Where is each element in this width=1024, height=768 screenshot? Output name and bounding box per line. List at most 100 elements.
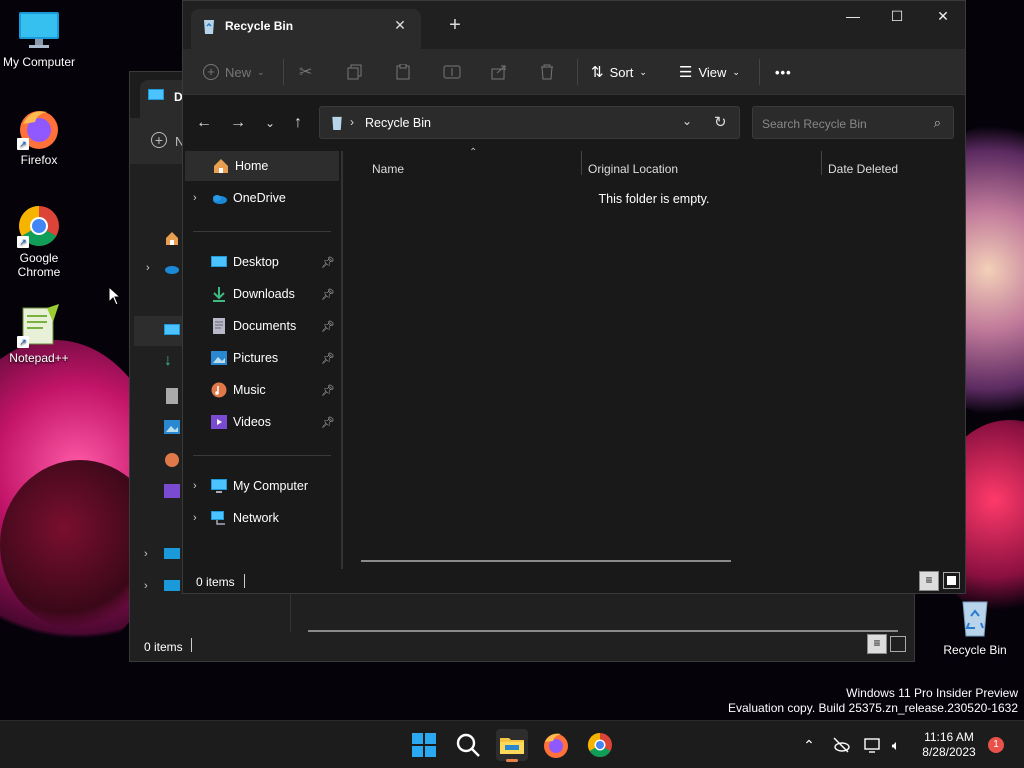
downloads-icon	[213, 287, 225, 302]
copy-icon[interactable]	[347, 59, 363, 85]
rename-icon[interactable]	[443, 59, 461, 85]
horizontal-scrollbar[interactable]	[361, 560, 731, 562]
pin-icon[interactable]: 📌︎	[321, 384, 335, 397]
tiles-view-icon[interactable]	[943, 572, 960, 589]
sidebar-item-documents[interactable]: Documents 📌︎	[183, 311, 339, 341]
show-hidden-icons-chevron-icon[interactable]: ⌃	[799, 735, 819, 755]
details-view-icon[interactable]: ≡	[919, 571, 939, 591]
notification-badge[interactable]: 1	[988, 737, 1004, 753]
view-button[interactable]: ☰ View ⌄	[679, 59, 740, 85]
text-caret	[244, 574, 245, 588]
search-placeholder: Search Recycle Bin	[762, 117, 867, 131]
recycle-bin-explorer-window[interactable]: Recycle Bin ✕ + — ☐ ✕ + New ⌄ ✂ ⇅ Sort ⌄…	[182, 0, 966, 594]
chevron-right-icon[interactable]: ›	[193, 192, 211, 204]
refresh-icon[interactable]: ↻	[714, 113, 727, 131]
sidebar-item-desktop[interactable]: Desktop 📌︎	[183, 247, 339, 277]
details-view-icon[interactable]: ≡	[867, 634, 887, 654]
chevron-right-icon[interactable]: ›	[193, 512, 211, 524]
column-separator[interactable]	[581, 151, 582, 175]
close-window-icon[interactable]: ✕	[921, 5, 965, 33]
up-arrow-icon[interactable]: ↑	[287, 112, 309, 134]
column-header-original-location[interactable]: Original Location	[588, 157, 678, 183]
address-dropdown-chevron-icon[interactable]: ⌄	[682, 114, 692, 128]
sidebar-item-label: Downloads	[233, 287, 295, 301]
pin-icon[interactable]: 📌︎	[321, 256, 335, 269]
firefox-taskbar-button[interactable]	[540, 729, 572, 761]
desktop-icon-recycle-bin[interactable]: Recycle Bin	[937, 596, 1013, 657]
chevron-right-icon[interactable]: ›	[193, 480, 211, 492]
chevron-right-icon[interactable]: ›	[146, 262, 150, 274]
videos-icon	[164, 484, 180, 498]
item-count: 0 items	[196, 575, 235, 589]
desktop-icon-firefox[interactable]: ↗ Firefox	[1, 106, 77, 167]
desktop-icon-google-chrome[interactable]: ↗ Google Chrome	[1, 204, 77, 279]
nav-divider	[193, 231, 331, 232]
file-explorer-taskbar-button[interactable]	[496, 729, 528, 762]
documents-icon	[213, 318, 225, 334]
divider	[290, 592, 291, 632]
taskbar-clock[interactable]: 11:16 AM 8/28/2023	[916, 730, 982, 760]
maximize-icon[interactable]: ☐	[875, 5, 919, 33]
sidebar-item-music[interactable]: Music 📌︎	[183, 375, 339, 405]
recent-locations-chevron-icon[interactable]: ⌄	[259, 112, 281, 134]
volume-icon[interactable]: 🔈︎	[886, 735, 906, 755]
navigation-pane: Home › OneDrive Desktop 📌︎ Downloads 📌︎ …	[183, 151, 341, 569]
back-arrow-icon[interactable]: ←	[193, 112, 215, 134]
more-options-button[interactable]: •••	[775, 59, 792, 85]
minimize-icon[interactable]: —	[831, 5, 875, 33]
horizontal-scrollbar[interactable]	[308, 630, 898, 632]
sidebar-item-home[interactable]: Home	[185, 151, 339, 181]
new-button[interactable]: + New ⌄	[203, 59, 265, 85]
downloads-icon: ↓	[164, 352, 172, 369]
delete-icon[interactable]	[539, 59, 555, 85]
column-separator[interactable]	[821, 151, 822, 175]
nav-divider	[193, 455, 331, 456]
new-tab-icon[interactable]: +	[445, 15, 465, 35]
chevron-right-icon[interactable]: ›	[144, 548, 148, 560]
pin-icon[interactable]: 📌︎	[321, 288, 335, 301]
share-icon[interactable]	[491, 59, 507, 85]
desktop-icon-notepadpp[interactable]: ↗ Notepad++	[1, 304, 77, 365]
chevron-right-icon[interactable]: ›	[144, 580, 148, 592]
sort-button[interactable]: ⇅ Sort ⌄	[591, 59, 647, 85]
desktop-folder-icon	[211, 256, 227, 267]
desktop-icon-my-computer[interactable]: My Computer	[1, 8, 77, 69]
sidebar-item-onedrive[interactable]: › OneDrive	[183, 183, 339, 213]
home-icon	[214, 159, 228, 173]
breadcrumb-recycle-bin[interactable]: Recycle Bin	[365, 116, 431, 130]
column-header-name[interactable]: Name	[372, 157, 404, 183]
sidebar-item-label: Network	[233, 511, 279, 525]
tiles-view-icon[interactable]	[890, 636, 906, 652]
sidebar-item-label: Music	[233, 383, 266, 397]
cut-icon[interactable]: ✂	[299, 59, 312, 85]
forward-arrow-icon[interactable]: →	[227, 112, 249, 134]
tab-recycle-bin[interactable]: Recycle Bin ✕	[191, 9, 421, 49]
pin-icon[interactable]: 📌︎	[321, 352, 335, 365]
close-tab-icon[interactable]: ✕	[393, 18, 407, 32]
music-icon	[165, 453, 179, 467]
new-icon: +	[203, 64, 219, 80]
sidebar-item-downloads[interactable]: Downloads 📌︎	[183, 279, 339, 309]
file-list[interactable]: ⌃ Name Original Location Date Deleted Th…	[343, 147, 965, 569]
address-bar[interactable]: › Recycle Bin ⌄ ↻	[319, 106, 740, 139]
sidebar-item-my-computer[interactable]: › My Computer	[183, 471, 339, 501]
sidebar-item-network[interactable]: › Network	[183, 503, 339, 533]
pin-icon[interactable]: 📌︎	[321, 320, 335, 333]
search-taskbar-button[interactable]	[452, 729, 484, 761]
chrome-taskbar-button[interactable]	[584, 729, 616, 761]
paste-icon[interactable]	[395, 59, 411, 85]
search-input[interactable]: Search Recycle Bin ⌕	[752, 106, 954, 139]
clock-time: 11:16 AM	[924, 730, 974, 744]
background-window-statusbar: 0 items ≡	[130, 633, 914, 661]
pictures-icon	[211, 351, 227, 365]
sidebar-item-videos[interactable]: Videos 📌︎	[183, 407, 339, 437]
my-computer-icon	[211, 479, 227, 493]
pin-icon[interactable]: 📌︎	[321, 416, 335, 429]
address-row: ← → ⌄ ↑ › Recycle Bin ⌄ ↻ Search Recycle…	[183, 95, 965, 151]
sidebar-item-pictures[interactable]: Pictures 📌︎	[183, 343, 339, 373]
column-header-date-deleted[interactable]: Date Deleted	[828, 157, 898, 183]
onedrive-offline-icon[interactable]	[831, 735, 851, 755]
network-status-icon[interactable]	[863, 735, 883, 755]
search-icon[interactable]: ⌕	[934, 115, 941, 131]
start-button[interactable]	[408, 729, 440, 761]
